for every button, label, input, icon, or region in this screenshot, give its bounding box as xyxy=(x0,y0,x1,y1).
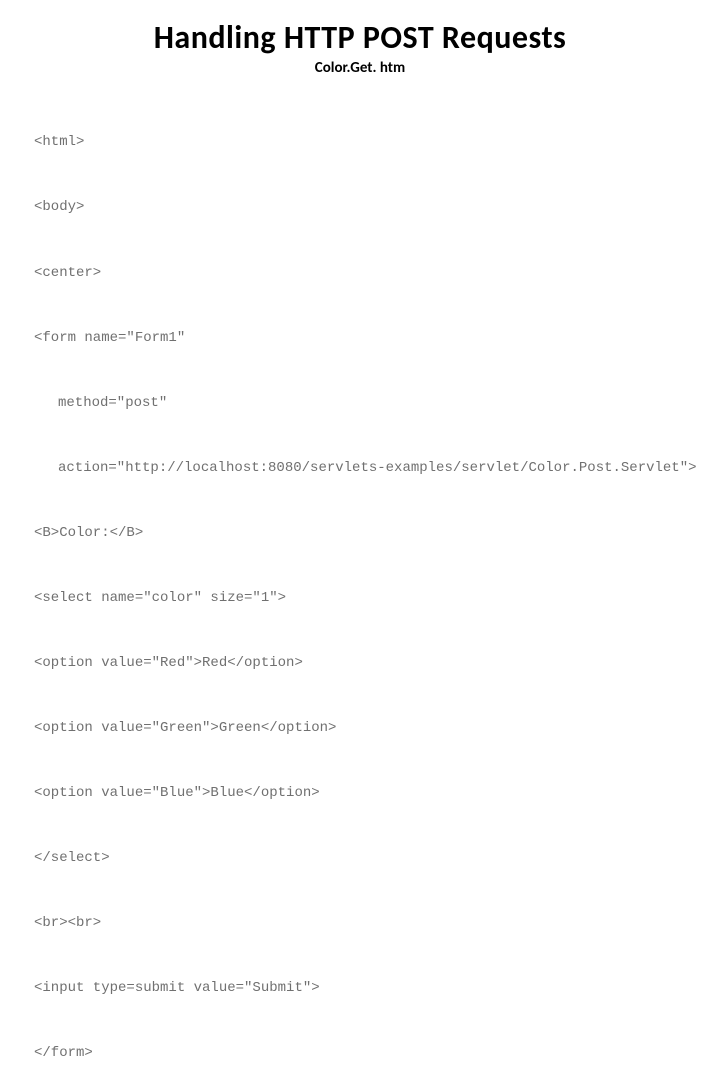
code-block: <html> <body> <center> <form name="Form1… xyxy=(30,89,690,1080)
code-line: <option value="Red">Red</option> xyxy=(34,653,690,675)
code-line: <input type=submit value="Submit"> xyxy=(34,978,690,1000)
code-line: <select name="color" size="1"> xyxy=(34,588,690,610)
code-line: method="post" xyxy=(34,393,690,415)
code-line: <form name="Form1" xyxy=(34,328,690,350)
code-line: <B>Color:</B> xyxy=(34,523,690,545)
page-subtitle: Color.Get. htm xyxy=(30,59,690,77)
code-line: <center> xyxy=(34,263,690,285)
code-line: <body> xyxy=(34,197,690,219)
code-line: <br><br> xyxy=(34,913,690,935)
page-title: Handling HTTP POST Requests xyxy=(30,18,690,57)
code-line: </form> xyxy=(34,1043,690,1065)
code-line: action="http://localhost:8080/servlets-e… xyxy=(34,458,690,480)
code-line: </select> xyxy=(34,848,690,870)
code-line: <html> xyxy=(34,132,690,154)
code-line: <option value="Green">Green</option> xyxy=(34,718,690,740)
slide-container: Handling HTTP POST Requests Color.Get. h… xyxy=(0,0,720,540)
code-line: <option value="Blue">Blue</option> xyxy=(34,783,690,805)
